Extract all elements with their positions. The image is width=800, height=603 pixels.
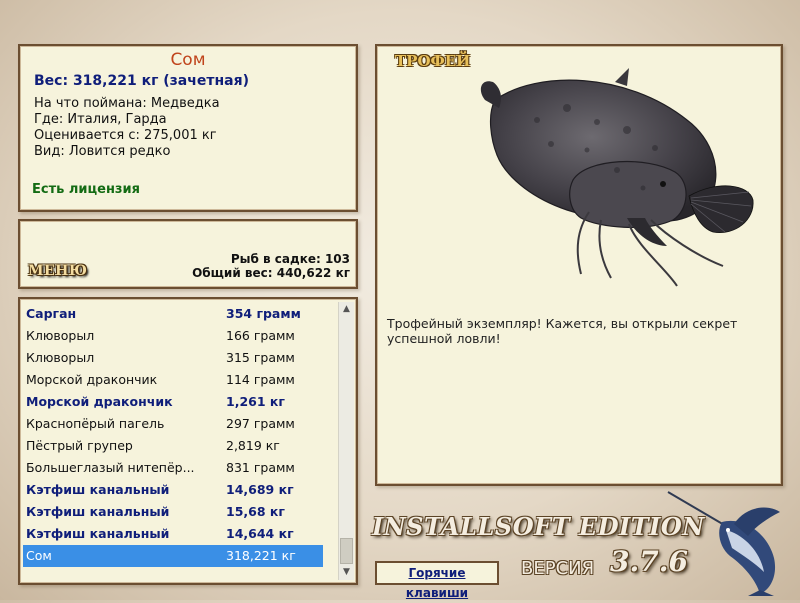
marlin-logo <box>667 491 780 596</box>
catch-list-row[interactable]: Кэтфиш канальный 14,644 кг <box>23 523 323 545</box>
fish-weight: Вес: 318,221 кг (зачетная) <box>34 73 249 89</box>
catch-fish-weight: 2,819 кг <box>226 438 280 453</box>
catch-fish-name: Клюворыл <box>26 328 95 343</box>
scroll-up-icon[interactable]: ▲ <box>339 302 354 317</box>
bait-info: На что поймана: Медведка <box>34 96 220 111</box>
catch-fish-name: Клюворыл <box>26 350 95 365</box>
hotkeys-button[interactable]: Горячие клавиши <box>375 561 499 600</box>
catch-fish-weight: 831 грамм <box>226 460 295 475</box>
catch-fish-name: Сарган <box>26 306 77 321</box>
trophy-description: Трофейный экземпляр! Кажется, вы открыли… <box>387 316 738 346</box>
trophy-title: ТРОФЕЙ <box>395 52 471 70</box>
catch-fish-weight: 315 грамм <box>226 350 295 365</box>
version-label: ВЕРСИЯ <box>521 558 595 579</box>
catch-list-panel: Сарган 354 грамм Клюворыл 166 грамм Клюворыл… <box>18 297 358 585</box>
trophy-panel: ТРОФЕЙ Трофейный экземпляр! Кажется, вы … <box>375 44 783 486</box>
catch-fish-weight: 354 грамм <box>226 306 301 321</box>
catch-fish-name: Морской дракончик <box>26 372 158 387</box>
catfish-image <box>480 68 754 287</box>
catch-list-row[interactable]: Большеглазый нитепёр... 831 грамм <box>23 457 323 479</box>
scroll-down-icon[interactable]: ▼ <box>339 565 354 580</box>
catch-list-row[interactable]: Морской дракончик 114 грамм <box>23 369 323 391</box>
catch-list-scrollbar[interactable]: ▲ ▼ <box>338 302 354 580</box>
catch-fish-weight: 297 грамм <box>226 416 295 431</box>
catch-list: Сарган 354 грамм Клюворыл 166 грамм Клюворыл… <box>23 303 323 567</box>
catch-list-row[interactable]: Морской дракончик 1,261 кг <box>23 391 323 413</box>
catch-fish-name: Краснопёрый пагель <box>26 416 165 431</box>
catch-fish-weight: 166 грамм <box>226 328 295 343</box>
catch-fish-name: Пёстрый групер <box>26 438 133 453</box>
menu-button[interactable]: МЕНЮ <box>28 263 87 279</box>
catch-list-row[interactable]: Сарган 354 грамм <box>23 303 323 325</box>
catch-fish-weight: 14,644 кг <box>226 526 294 541</box>
catch-fish-weight: 318,221 кг <box>226 548 296 563</box>
catch-fish-name: Сом <box>26 548 52 563</box>
catch-fish-weight: 15,68 кг <box>226 504 285 519</box>
fish-info-panel: Сом Вес: 318,221 кг (зачетная) На что по… <box>18 44 358 212</box>
cage-stats-panel: Рыб в садке: 103 Общий вес: 440,622 кг М… <box>18 219 358 289</box>
catch-list-row[interactable]: Клюворыл 315 грамм <box>23 347 323 369</box>
catch-list-row[interactable]: Клюворыл 166 грамм <box>23 325 323 347</box>
fish-count: Рыб в садке: 103 <box>230 252 350 266</box>
scrollbar-thumb[interactable] <box>340 538 353 564</box>
species-rarity-info: Вид: Ловится редко <box>34 144 171 159</box>
valued-from-info: Оценивается с: 275,001 кг <box>34 128 217 143</box>
license-status: Есть лицензия <box>32 182 140 197</box>
catch-fish-weight: 114 грамм <box>226 372 295 387</box>
catch-fish-name: Кэтфиш канальный <box>26 482 170 497</box>
catch-list-row[interactable]: Краснопёрый пагель 297 грамм <box>23 413 323 435</box>
catch-fish-name: Кэтфиш канальный <box>26 526 170 541</box>
catch-list-row[interactable]: Кэтфиш канальный 14,689 кг <box>23 479 323 501</box>
total-weight: Общий вес: 440,622 кг <box>192 266 350 280</box>
catch-fish-weight: 14,689 кг <box>226 482 294 497</box>
catch-list-row[interactable]: Пёстрый групер 2,819 кг <box>23 435 323 457</box>
catch-fish-name: Большеглазый нитепёр... <box>26 460 195 475</box>
catch-list-row[interactable]: Кэтфиш канальный 15,68 кг <box>23 501 323 523</box>
catch-fish-name: Морской дракончик <box>26 394 173 409</box>
location-info: Где: Италия, Гарда <box>34 112 167 127</box>
catch-fish-name: Кэтфиш канальный <box>26 504 170 519</box>
fish-name: Сом <box>170 50 206 70</box>
edition-title: INSTALLSOFT EDITION <box>372 512 705 541</box>
catch-list-row-selected[interactable]: Сом 318,221 кг <box>23 545 323 567</box>
catch-fish-weight: 1,261 кг <box>226 394 285 409</box>
